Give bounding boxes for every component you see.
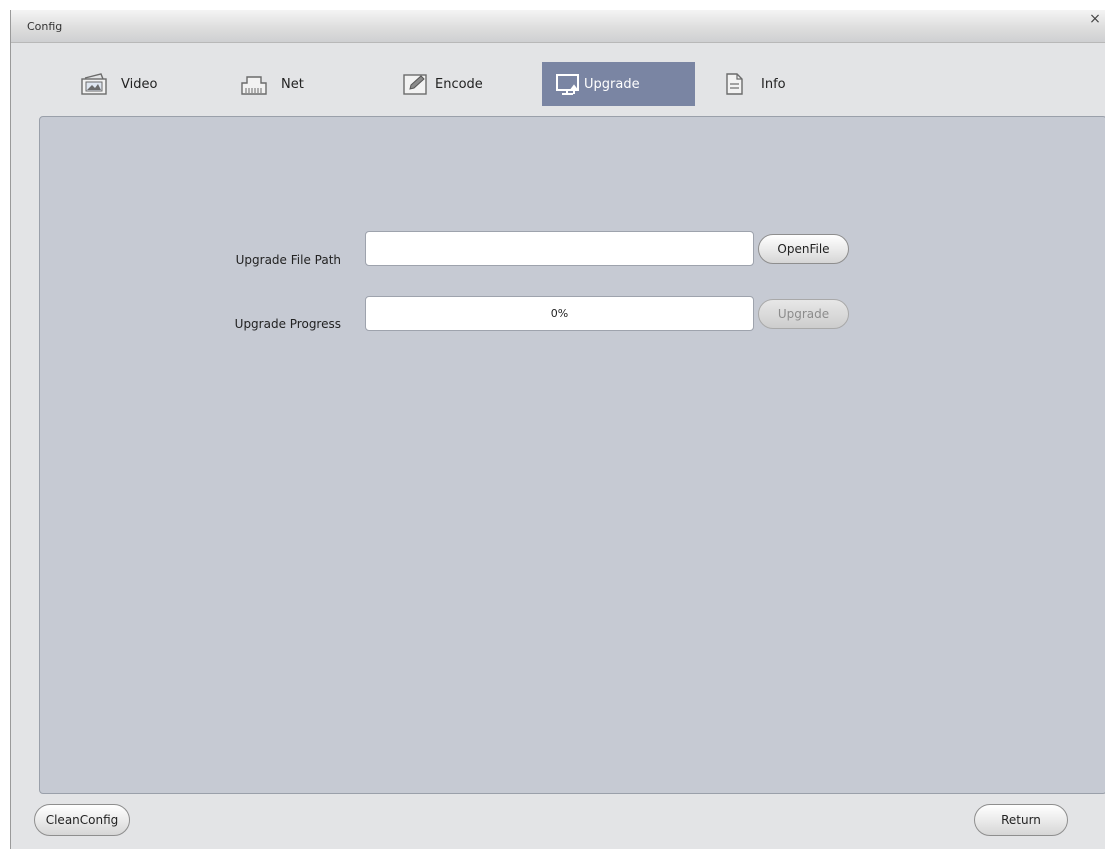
- network-port-icon: [237, 69, 271, 99]
- return-button[interactable]: Return: [974, 804, 1068, 836]
- tab-video-label: Video: [121, 76, 158, 92]
- tab-encode[interactable]: Encode: [399, 62, 529, 106]
- clean-config-button[interactable]: CleanConfig: [34, 804, 130, 836]
- tab-net[interactable]: Net: [237, 62, 357, 106]
- tab-info[interactable]: Info: [717, 62, 837, 106]
- tab-info-label: Info: [761, 76, 786, 92]
- config-window: Config × Video Net Encode Upgrade Info U…: [10, 10, 1105, 849]
- upgrade-progress-label: Upgrade Progress: [234, 317, 341, 331]
- tab-upgrade[interactable]: Upgrade: [542, 62, 695, 106]
- upgrade-button[interactable]: Upgrade: [758, 299, 849, 329]
- upgrade-file-path-label: Upgrade File Path: [235, 253, 341, 267]
- tab-encode-label: Encode: [435, 76, 483, 92]
- upgrade-progress-text: 0%: [550, 307, 569, 320]
- title-bar: Config ×: [11, 10, 1105, 43]
- upgrade-file-path-input[interactable]: [365, 231, 754, 266]
- open-file-button[interactable]: OpenFile: [758, 234, 849, 264]
- tab-net-label: Net: [281, 76, 304, 92]
- edit-pencil-icon: [399, 69, 433, 99]
- video-picture-icon: [77, 69, 111, 99]
- tab-video[interactable]: Video: [77, 62, 197, 106]
- upgrade-progress-bar: 0%: [365, 296, 754, 331]
- close-icon[interactable]: ×: [1088, 12, 1102, 26]
- window-title: Config: [27, 20, 63, 33]
- tab-upgrade-label: Upgrade: [584, 76, 640, 92]
- monitor-upload-icon: [554, 69, 584, 99]
- document-icon: [717, 69, 751, 99]
- upgrade-panel: [39, 116, 1105, 794]
